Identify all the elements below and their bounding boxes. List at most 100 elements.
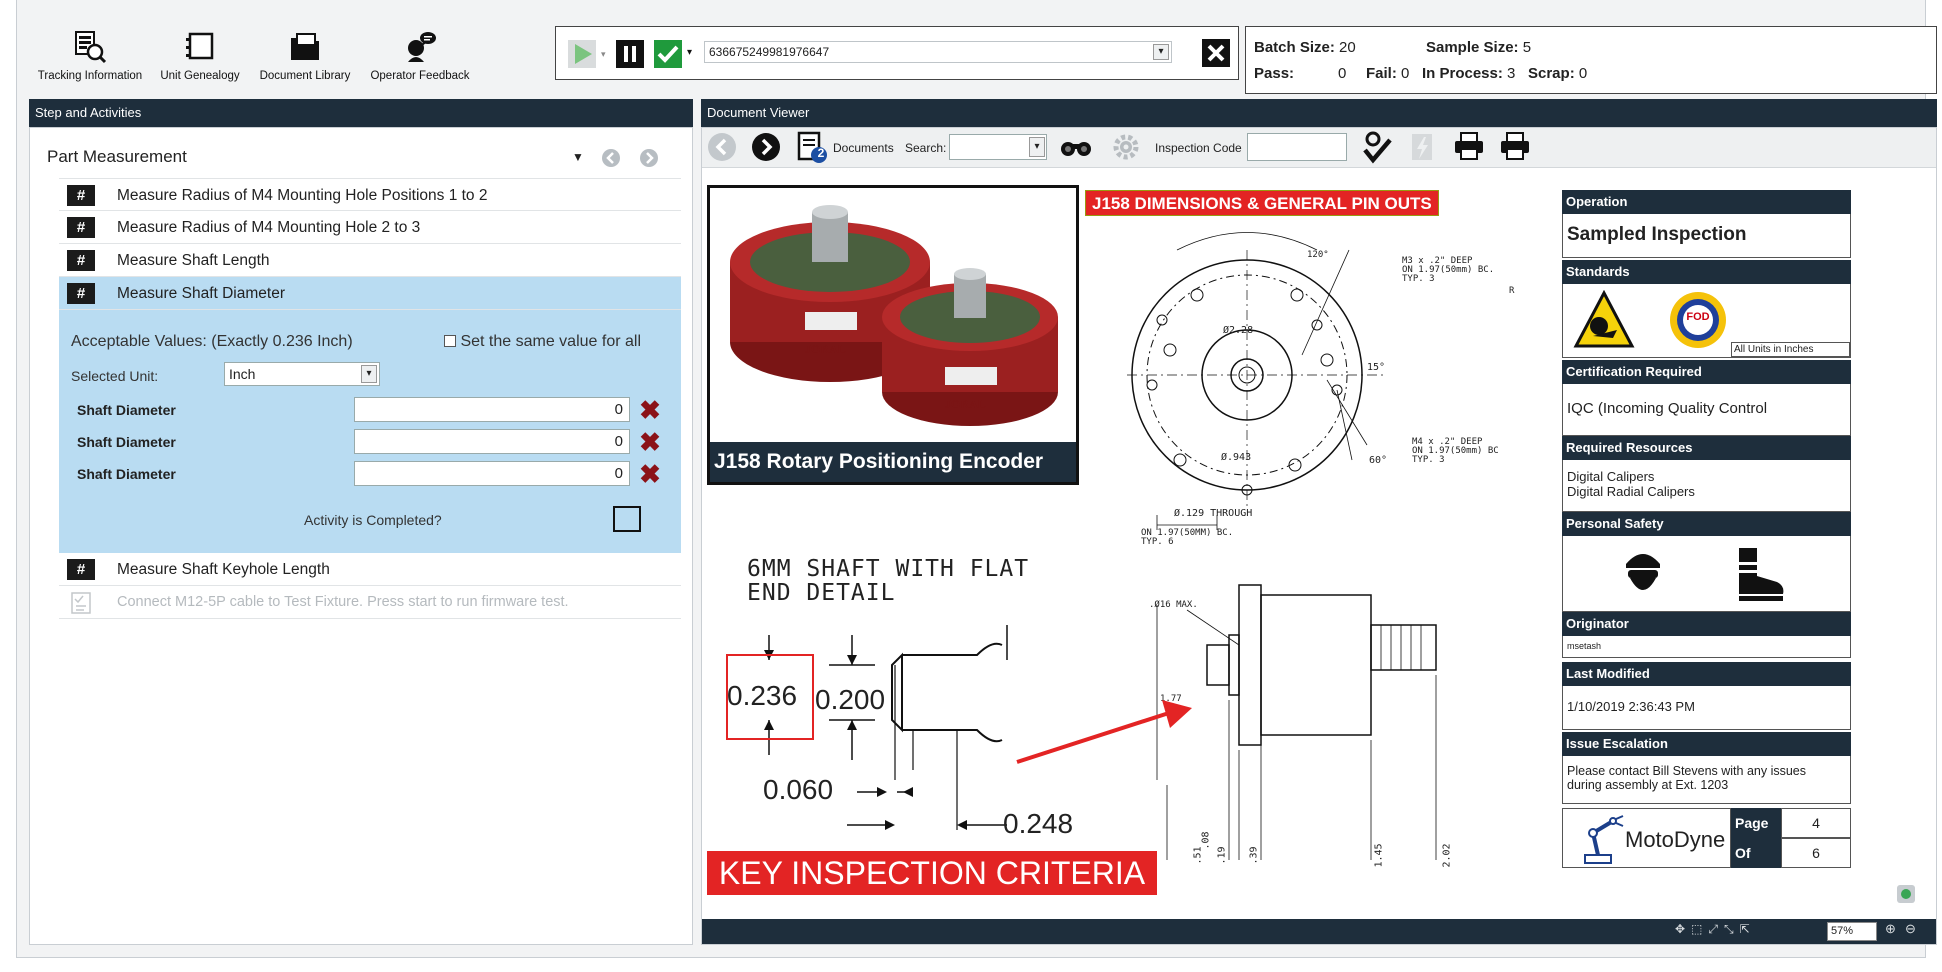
group-dropdown-icon[interactable]: ▼: [572, 150, 584, 164]
pause-icon[interactable]: [616, 40, 644, 68]
drawing-annotation: 120°: [1307, 250, 1329, 260]
in-process-value: 3: [1507, 65, 1516, 82]
drawing-annotation: TYP. 3: [1412, 455, 1445, 465]
same-value-checkbox[interactable]: [444, 335, 456, 347]
page-value: 4: [1781, 808, 1851, 838]
safety-box: [1562, 536, 1851, 612]
search-dropdown-icon[interactable]: ▾: [1029, 137, 1045, 157]
last-modified-value: 1/10/2019 2:36:43 PM: [1562, 686, 1851, 730]
approve-dropdown-icon[interactable]: ▾: [687, 47, 692, 58]
unit-genealogy-button[interactable]: Unit Genealogy: [155, 30, 245, 82]
step-item[interactable]: # Measure Radius of M4 Mounting Hole Pos…: [59, 178, 681, 211]
document-library-icon: [291, 33, 319, 60]
inspection-code-label: Inspection Code: [1155, 141, 1242, 155]
inspection-code-input[interactable]: [1247, 133, 1347, 161]
units-note: All Units in Inches: [1731, 342, 1850, 357]
print-icon[interactable]: [1453, 131, 1485, 161]
escalation-text: Please contact Bill Stevens with any iss…: [1567, 764, 1807, 778]
step-group-title: Part Measurement: [47, 147, 187, 166]
callout-arrow: [1016, 700, 1192, 764]
serial-number-combobox[interactable]: 636675249981976647 ▾: [704, 41, 1172, 63]
originator-value: msetash: [1562, 636, 1851, 658]
shaft-diameter-input[interactable]: 0: [354, 429, 630, 454]
step-label: Measure Shaft Keyhole Length: [117, 561, 330, 578]
operator-feedback-icon: [408, 32, 436, 62]
shaft-detail-title: END DETAIL: [747, 580, 896, 606]
resource-item: Digital Radial Calipers: [1567, 484, 1695, 499]
binoculars-icon[interactable]: [1059, 136, 1093, 158]
unit-select-value: Inch: [229, 366, 256, 382]
step-item[interactable]: # Measure Shaft Keyhole Length: [59, 553, 681, 586]
shaft-diameter-input[interactable]: 0: [354, 461, 630, 486]
next-step-icon[interactable]: [639, 148, 659, 168]
page-of-label: Of: [1731, 838, 1781, 868]
status-indicator-icon[interactable]: [1897, 885, 1915, 903]
drawing-annotation: Ø.129 THROUGH: [1174, 508, 1253, 519]
clear-value-icon[interactable]: ✖: [637, 429, 663, 455]
encoder-brand-text: JORAL: [805, 342, 846, 356]
shaft-detail-title: 6MM SHAFT WITH FLAT: [747, 556, 1030, 582]
resources-box: Digital Calipers Digital Radial Calipers: [1562, 460, 1851, 512]
unit-genealogy-label: Unit Genealogy: [160, 70, 240, 82]
front-view-drawing: [1127, 232, 1387, 530]
clear-value-icon[interactable]: ✖: [637, 461, 663, 487]
standards-header: Standards: [1562, 260, 1851, 284]
app-window: Tracking Information Unit Genealogy Docu…: [16, 0, 1937, 958]
serial-number-value: 636675249981976647: [709, 45, 830, 59]
zoom-fit-icon[interactable]: ⊖: [1905, 921, 1916, 937]
zoom-input[interactable]: 57%: [1827, 922, 1877, 941]
operation-header: Operation: [1562, 190, 1851, 214]
drawing-annotation: R: [1509, 286, 1515, 296]
clear-value-icon[interactable]: ✖: [637, 397, 663, 423]
step-item-selected[interactable]: # Measure Shaft Diameter: [59, 277, 681, 310]
scrap-label: Scrap:: [1528, 65, 1575, 82]
close-icon[interactable]: [1202, 39, 1230, 67]
in-process-label: In Process:: [1422, 65, 1503, 82]
forward-arrow-icon[interactable]: [751, 132, 781, 162]
same-value-checkbox-row[interactable]: Set the same value for all: [444, 333, 641, 351]
zoom-in-icon[interactable]: ⊕: [1885, 921, 1896, 937]
drawing-annotation: TYP. 6: [1141, 537, 1174, 547]
run-control-bar: ▾ ▾ 636675249981976647 ▾: [555, 26, 1239, 80]
operator-feedback-button[interactable]: Operator Feedback: [365, 30, 475, 82]
drawing-annotation: Ø.943: [1221, 452, 1252, 463]
resource-item: Digital Calipers: [1567, 469, 1655, 484]
documents-label: Documents: [833, 141, 894, 155]
shaft-diameter-input[interactable]: 0: [354, 397, 630, 422]
approve-check-icon[interactable]: [654, 40, 682, 68]
unit-select[interactable]: Inch ▾: [224, 362, 380, 386]
scrap-value: 0: [1578, 65, 1588, 82]
view-tools-icons[interactable]: ✥⬚⤢⤡⇱: [1675, 922, 1756, 937]
unit-dropdown-icon[interactable]: ▾: [361, 365, 377, 383]
serial-dropdown-icon[interactable]: ▾: [1153, 44, 1169, 60]
same-value-label: Set the same value for all: [460, 333, 641, 350]
originator-header: Originator: [1562, 612, 1851, 636]
encoder-brand-text: JORAL: [945, 397, 986, 411]
checklist-icon: [71, 592, 91, 614]
settings-gear-icon[interactable]: [1111, 132, 1141, 162]
play-dropdown-icon[interactable]: ▾: [601, 49, 606, 60]
unit-genealogy-icon: [186, 32, 214, 60]
flash-document-icon[interactable]: [1409, 131, 1437, 163]
step-label: Measure Radius of M4 Mounting Hole Posit…: [117, 187, 488, 204]
step-hash-icon: #: [67, 559, 95, 580]
measurement-field-label: Shaft Diameter: [77, 466, 176, 482]
step-item[interactable]: # Measure Radius of M4 Mounting Hole 2 t…: [59, 211, 681, 244]
measurement-field-label: Shaft Diameter: [77, 402, 176, 418]
document-library-button[interactable]: Document Library: [253, 30, 357, 82]
search-input[interactable]: ▾: [949, 134, 1047, 160]
step-item[interactable]: # Measure Shaft Length: [59, 244, 681, 277]
fod-badge-text: FOD: [1686, 311, 1710, 323]
safety-boot-icon: [1739, 548, 1784, 601]
inspection-approve-icon[interactable]: [1361, 130, 1393, 164]
previous-step-icon[interactable]: [601, 148, 621, 168]
tracking-information-button[interactable]: Tracking Information: [35, 30, 145, 82]
back-arrow-icon[interactable]: [707, 132, 737, 162]
print-all-icon[interactable]: [1499, 131, 1531, 161]
activity-completed-checkbox[interactable]: [613, 506, 641, 532]
drawing-annotation: Ø2.28: [1223, 325, 1254, 336]
play-icon[interactable]: [568, 40, 596, 68]
step-item-disabled[interactable]: Connect M12-5P cable to Test Fixture. Pr…: [59, 586, 681, 619]
shaft-dimension-label: 0.236: [727, 680, 798, 711]
fail-label: Fail:: [1366, 65, 1397, 82]
